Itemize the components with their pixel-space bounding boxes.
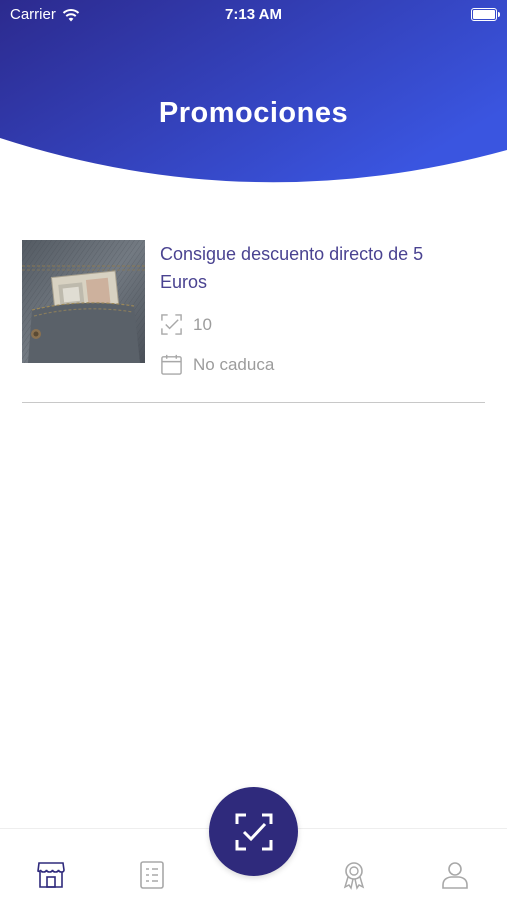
expiry-label: No caduca xyxy=(193,354,275,374)
scan-check-icon xyxy=(161,314,182,335)
user-icon xyxy=(442,862,468,889)
tab-list[interactable] xyxy=(134,857,170,893)
promotion-expiry: No caduca xyxy=(160,353,274,376)
page-title: Promociones xyxy=(158,97,349,129)
promotion-title: Consigue descuento directo de 5 Euros xyxy=(160,244,424,292)
store-icon xyxy=(37,862,65,888)
promotions-screen: Carrier 7:13 AM Promociones Consigue des… xyxy=(0,0,507,900)
battery-icon xyxy=(471,8,500,21)
list-icon xyxy=(140,861,164,889)
promotion-image xyxy=(22,240,145,363)
tab-awards[interactable] xyxy=(336,857,372,893)
list-divider xyxy=(22,402,485,403)
tab-profile[interactable] xyxy=(437,857,473,893)
calendar-icon xyxy=(161,354,182,375)
scan-button[interactable] xyxy=(209,787,298,876)
promotion-uses: 10 xyxy=(160,313,212,336)
promotion-item[interactable]: Consigue descuento directo de 5 Euros 10… xyxy=(22,240,485,403)
uses-count: 10 xyxy=(193,314,212,334)
scan-check-icon xyxy=(235,813,272,850)
header: Carrier 7:13 AM Promociones xyxy=(0,0,507,185)
award-icon xyxy=(343,862,365,890)
tab-store[interactable] xyxy=(33,857,69,893)
status-bar: Carrier 7:13 AM xyxy=(0,0,507,30)
status-time: 7:13 AM xyxy=(225,6,282,23)
